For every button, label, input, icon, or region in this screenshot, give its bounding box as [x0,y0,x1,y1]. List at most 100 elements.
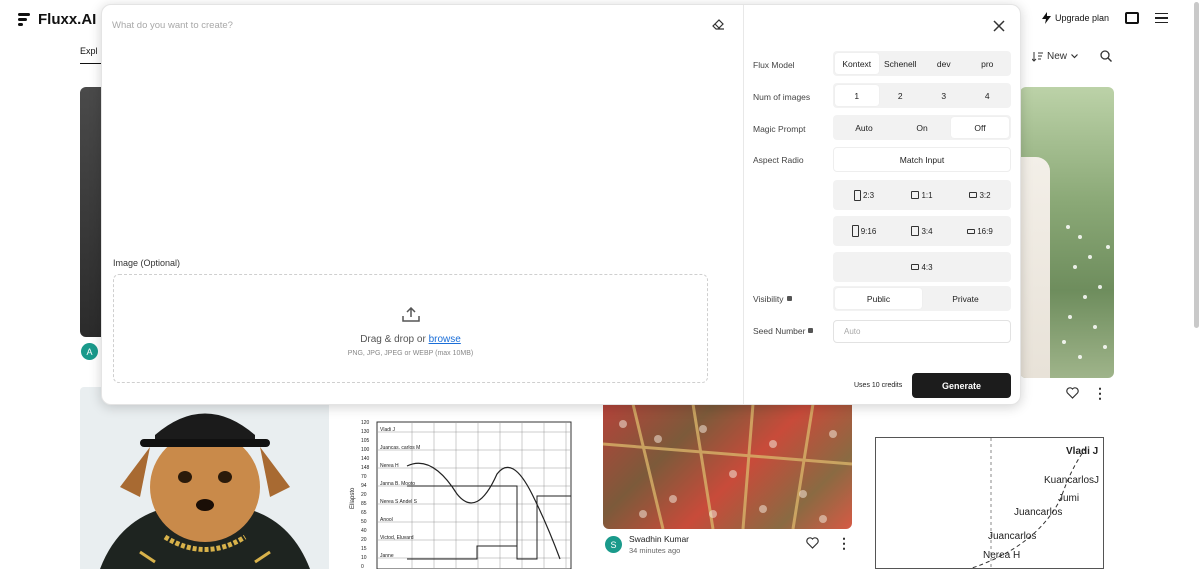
aspect-shape-icon [911,226,920,236]
sort-bar: New [1032,50,1113,62]
num-images-option[interactable]: 1 [835,85,879,106]
magic-prompt-label: Magic Prompt [753,124,806,134]
card-actions: ⋮ [1066,386,1107,400]
aspect-option[interactable]: 3:2 [951,182,1009,208]
aspect-label: 16:9 [977,226,993,236]
seed-input[interactable] [833,320,1011,343]
aspect-option[interactable]: 9:16 [835,218,893,244]
magic-prompt-option[interactable]: On [893,117,951,138]
prompt-panel: Image (Optional) Drag & drop or browse P… [102,5,743,404]
aspect-shape-icon [853,189,861,201]
aspect-label: 9:16 [860,226,877,236]
num-images-option[interactable]: 3 [922,85,966,106]
aspect-shape-icon [911,191,920,199]
more-options-icon[interactable]: ⋮ [837,536,851,550]
eraser-icon[interactable] [712,18,725,30]
aspect-option[interactable]: 1:1 [893,182,951,208]
aspect-option[interactable]: 2:3 [835,182,893,208]
aspect-label: 4:3 [921,262,933,272]
author-name: Swadhin Kumar [629,534,690,544]
author-avatar: S [605,536,622,553]
chart-label: Nerea H [983,550,1021,561]
num-images-selector: 1234 [833,83,1011,108]
gallery-image-crowd[interactable] [603,404,852,529]
aspect-label: 1:1 [921,190,933,200]
close-icon[interactable] [992,19,1006,33]
gallery-image-name-chart[interactable]: Vladi J KuancarlosJ Jumi Juancarlos Juan… [875,437,1104,569]
chart-label: Vladi J [1066,446,1099,457]
series-step [407,485,571,560]
visibility-selector: Public Private [833,286,1011,311]
num-images-option[interactable]: 2 [879,85,923,106]
dropzone-text: Drag & drop or browse [114,334,707,345]
credits-note: Uses 10 credits [854,382,903,389]
visibility-option[interactable]: Private [922,288,1009,309]
generate-button[interactable]: Generate [912,373,1011,398]
flux-model-option[interactable]: pro [966,53,1010,74]
y-tick: 20 [361,492,367,498]
card-author[interactable]: S Swadhin Kumar 34 minutes ago [605,534,689,555]
visibility-label: Visibility [753,294,792,304]
aspect-option[interactable]: 16:9 [951,218,1009,244]
aspect-label: 2:3 [862,190,875,200]
chart-label: Juancarlos [988,531,1037,542]
search-icon[interactable] [1100,50,1113,62]
upgrade-plan-button[interactable]: Upgrade plan [1041,12,1109,24]
aspect-option[interactable]: 3:4 [893,218,951,244]
lightning-icon [1041,12,1051,24]
app-logo[interactable]: Fluxx.AI [18,11,96,28]
num-images-option[interactable]: 4 [966,85,1010,106]
chevron-down-icon [1071,53,1078,58]
flux-model-option[interactable]: dev [922,53,966,74]
magic-prompt-option[interactable]: Auto [835,117,893,138]
aspect-shape-icon [967,228,976,234]
y-tick: 140 [361,456,370,462]
row-label: Vladi J [380,427,396,433]
image-upload-label: Image (Optional) [113,258,181,268]
crowd-texture [603,404,852,529]
menu-icon[interactable] [1155,12,1168,24]
flux-model-label: Flux Model [753,60,795,70]
num-images-label: Num of images [753,92,811,102]
flower-dots [1062,225,1110,359]
gallery-image-dog[interactable] [80,387,329,569]
aspect-label: 3:4 [921,226,933,236]
gallery-image-garden[interactable] [1020,87,1114,378]
prompt-input[interactable] [112,15,702,35]
aspect-shape-icon [851,225,859,237]
page-scrollbar[interactable] [1194,2,1199,328]
heart-icon[interactable] [806,537,819,549]
logo-icon [18,12,32,28]
y-axis-label: Ellapsto [350,487,356,509]
dog-illustration [100,413,310,569]
tab-explore[interactable]: Expl [80,46,102,64]
row-label: Victod, Eluvard [380,535,414,541]
flux-model-option[interactable]: Schenell [879,53,923,74]
match-input-option[interactable]: Match Input [833,147,1011,172]
chart-label: KuancarlosJ [1044,475,1100,486]
y-tick: 10 [361,555,367,561]
sort-dropdown[interactable]: New [1032,51,1078,62]
y-tick: 100 [361,447,370,453]
flux-model-option[interactable]: Kontext [835,53,879,74]
aspect-option[interactable]: 4:3 [835,254,1009,280]
visibility-label-text: Visibility [753,294,784,304]
settings-panel: Flux Model Kontext Schenell dev pro Num of … [744,5,1020,404]
upgrade-plan-label: Upgrade plan [1054,13,1109,23]
row-label: Janne [380,553,394,559]
y-tick: 130 [361,429,370,435]
avatar[interactable]: A [81,343,98,360]
card-actions: ⋮ [806,536,851,550]
y-tick: 65 [361,510,367,516]
magic-prompt-option[interactable]: Off [951,117,1009,138]
browse-link[interactable]: browse [429,334,461,345]
more-options-icon[interactable]: ⋮ [1093,386,1107,400]
visibility-option[interactable]: Public [835,288,922,309]
gallery-icon[interactable] [1125,12,1139,24]
app-name: Fluxx.AI [38,11,97,28]
gallery-image-line-chart[interactable]: Vladi J Juancas. carlos M Nerea H Janna B. … [342,404,591,569]
aspect-ratio-label: Aspect Radio [753,155,804,165]
match-input-label: Match Input [899,154,945,165]
image-dropzone[interactable]: Drag & drop or browse PNG, JPG, JPEG or … [113,274,708,383]
heart-icon[interactable] [1066,387,1079,399]
